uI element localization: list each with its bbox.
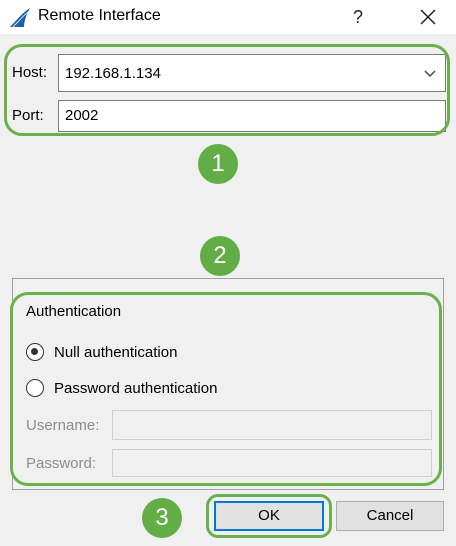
title-bar: Remote Interface ? bbox=[0, 0, 456, 34]
ok-highlight bbox=[206, 494, 332, 538]
wireshark-fin-icon bbox=[10, 8, 30, 28]
step-badge-1: 1 bbox=[198, 144, 238, 184]
close-icon[interactable] bbox=[414, 4, 442, 30]
step-badge-3: 3 bbox=[142, 498, 182, 538]
authentication-highlight bbox=[10, 292, 442, 486]
step-badge-2: 2 bbox=[200, 236, 240, 276]
connection-highlight bbox=[4, 44, 450, 136]
window-title: Remote Interface bbox=[38, 7, 161, 24]
cancel-button[interactable]: Cancel bbox=[336, 501, 444, 531]
help-button[interactable]: ? bbox=[346, 4, 370, 30]
